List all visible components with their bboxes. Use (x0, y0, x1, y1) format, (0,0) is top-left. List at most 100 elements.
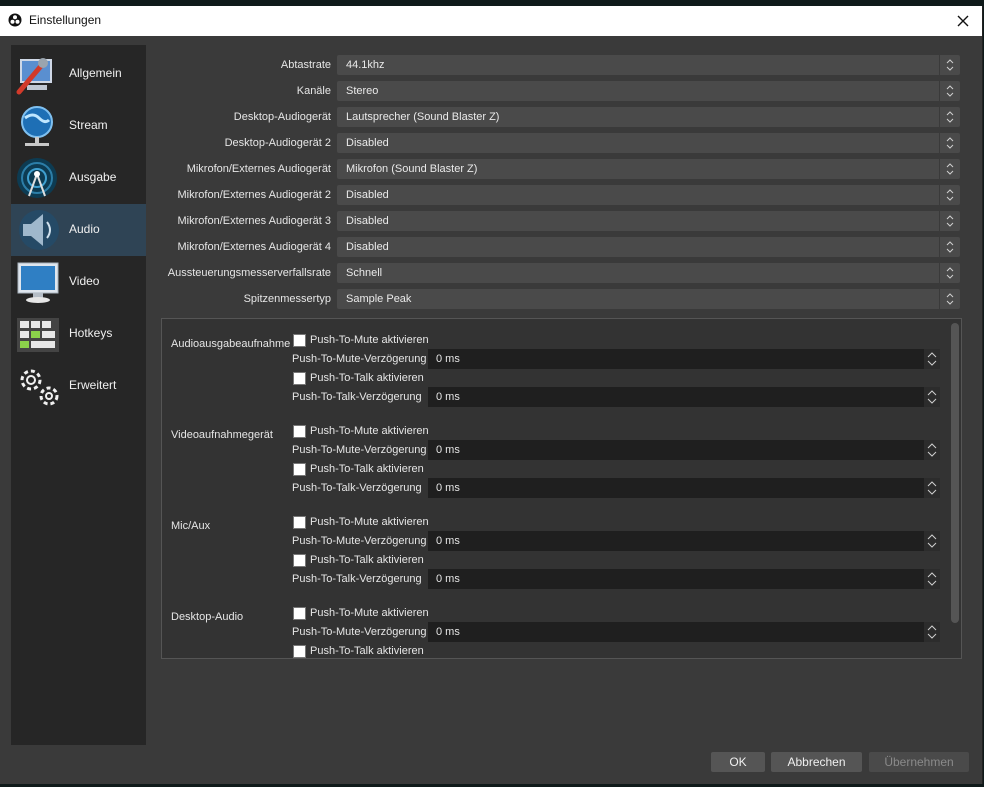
mic-label: Mikrofon/Externes Audiogerät (186, 163, 331, 175)
group-label-audioausgabe: Audioausgabeaufnahme (171, 338, 291, 350)
sidebar-item-erweitert[interactable]: Erweitert (11, 360, 146, 412)
channels-label: Kanäle (296, 85, 331, 97)
group-label-videoaufnahme: Videoaufnahmegerät (171, 429, 273, 441)
push-to-mute-delay-spinbox[interactable]: 0 ms (428, 440, 940, 460)
checkbox-box[interactable] (293, 554, 306, 567)
checkbox-box[interactable] (293, 334, 306, 347)
push-to-mute-delay-spinbox[interactable]: 0 ms (428, 622, 940, 642)
channels-select[interactable]: Stereo (337, 81, 960, 101)
push-to-talk-delay-row: Push-To-Talk-Verzögerung 0 ms (292, 478, 940, 498)
delay-value: 0 ms (436, 444, 460, 456)
checkbox-box[interactable] (293, 645, 306, 658)
spin-arrows-icon[interactable] (924, 440, 940, 460)
delay-value: 0 ms (436, 626, 460, 638)
push-to-talk-delay-row: Push-To-Talk-Verzögerung 0 ms (292, 387, 940, 407)
mic-4-value: Disabled (346, 241, 389, 253)
spin-arrows-icon[interactable] (924, 478, 940, 498)
obs-logo-icon (8, 13, 22, 27)
push-to-talk-delay-spinbox[interactable]: 0 ms (428, 478, 940, 498)
ok-button[interactable]: OK (711, 752, 765, 772)
sidebar-item-label: Hotkeys (69, 326, 113, 340)
push-to-talk-delay-spinbox[interactable]: 0 ms (428, 569, 940, 589)
channels-value: Stereo (346, 85, 379, 97)
checkbox-box[interactable] (293, 425, 306, 438)
desktop-audio-2-select[interactable]: Disabled (337, 133, 960, 153)
desktop-audio-select[interactable]: Lautsprecher (Sound Blaster Z) (337, 107, 960, 127)
checkbox-box[interactable] (293, 516, 306, 529)
group-label-mic-aux: Mic/Aux (171, 520, 211, 532)
mic-3-label: Mikrofon/Externes Audiogerät 3 (177, 215, 331, 227)
desktop-audio-2-value: Disabled (346, 137, 389, 149)
cancel-button[interactable]: Abbrechen (771, 752, 862, 772)
delay-value: 0 ms (436, 573, 460, 585)
delay-value: 0 ms (436, 482, 460, 494)
delay-value: 0 ms (436, 391, 460, 403)
delay-label: Push-To-Mute-Verzögerung (292, 444, 427, 456)
checkbox-label: Push-To-Mute aktivieren (310, 516, 429, 528)
peak-meter-type-select[interactable]: Sample Peak (337, 289, 960, 309)
sidebar-item-label: Erweitert (69, 378, 117, 392)
checkbox-label: Push-To-Mute aktivieren (310, 334, 429, 346)
meter-decay-value: Schnell (346, 267, 383, 279)
mic-4-select[interactable]: Disabled (337, 237, 960, 257)
desktop-audio-value: Lautsprecher (Sound Blaster Z) (346, 111, 500, 123)
delay-value: 0 ms (436, 535, 460, 547)
checkbox-box[interactable] (293, 372, 306, 385)
delay-value: 0 ms (436, 353, 460, 365)
updown-arrows-icon (939, 263, 954, 283)
push-to-mute-delay-row: Push-To-Mute-Verzögerung 0 ms (292, 440, 940, 460)
apply-button[interactable]: Übernehmen (869, 752, 969, 772)
checkbox-label: Push-To-Mute aktivieren (310, 425, 429, 437)
desktop-audio-label: Desktop-Audiogerät (233, 111, 331, 123)
spin-arrows-icon[interactable] (924, 569, 940, 589)
keyboard-icon (17, 318, 59, 352)
settings-window: Einstellungen Allgemein Stream Ausgabe A… (0, 6, 983, 784)
push-to-mute-delay-row: Push-To-Mute-Verzögerung 0 ms (292, 531, 940, 551)
push-to-mute-delay-spinbox[interactable]: 0 ms (428, 349, 940, 369)
delay-label: Push-To-Talk-Verzögerung (292, 573, 422, 585)
mic-select[interactable]: Mikrofon (Sound Blaster Z) (337, 159, 960, 179)
mic-2-select[interactable]: Disabled (337, 185, 960, 205)
checkbox-box[interactable] (293, 463, 306, 476)
push-to-talk-panel: Audioausgabeaufnahme Push-To-Mute aktivi… (161, 318, 962, 659)
mic-3-select[interactable]: Disabled (337, 211, 960, 231)
gears-icon (20, 369, 59, 406)
delay-label: Push-To-Talk-Verzögerung (292, 482, 422, 494)
checkbox-label: Push-To-Talk aktivieren (310, 554, 424, 566)
panel-scrollbar[interactable] (951, 323, 959, 623)
checkbox-label: Push-To-Mute aktivieren (310, 607, 429, 619)
mic-value: Mikrofon (Sound Blaster Z) (346, 163, 478, 175)
checkbox-label: Push-To-Talk aktivieren (310, 645, 424, 657)
push-to-mute-delay-row: Push-To-Mute-Verzögerung 0 ms (292, 349, 940, 369)
spin-arrows-icon[interactable] (924, 622, 940, 642)
push-to-mute-delay-spinbox[interactable]: 0 ms (428, 531, 940, 551)
updown-arrows-icon (939, 185, 954, 205)
push-to-mute-delay-row: Push-To-Mute-Verzögerung 0 ms (292, 622, 940, 642)
updown-arrows-icon (939, 133, 954, 153)
sample-rate-label: Abtastrate (280, 59, 331, 71)
checkbox-box[interactable] (293, 607, 306, 620)
mic-3-value: Disabled (346, 215, 389, 227)
updown-arrows-icon (939, 237, 954, 257)
sample-rate-select[interactable]: 44.1khz (337, 55, 960, 75)
spin-arrows-icon[interactable] (924, 387, 940, 407)
updown-arrows-icon (939, 289, 954, 309)
mic-2-value: Disabled (346, 189, 389, 201)
delay-label: Push-To-Mute-Verzögerung (292, 626, 427, 638)
sidebar-item-hotkeys[interactable]: Hotkeys (11, 308, 146, 360)
checkbox-label: Push-To-Talk aktivieren (310, 372, 424, 384)
updown-arrows-icon (939, 81, 954, 101)
peak-meter-type-value: Sample Peak (346, 293, 412, 305)
peak-meter-type-label: Spitzenmessertyp (243, 293, 331, 305)
sample-rate-value: 44.1khz (346, 59, 385, 71)
spin-arrows-icon[interactable] (924, 531, 940, 551)
push-to-talk-delay-spinbox[interactable]: 0 ms (428, 387, 940, 407)
mic-2-label: Mikrofon/Externes Audiogerät 2 (177, 189, 331, 201)
close-icon[interactable] (952, 10, 974, 32)
spin-arrows-icon[interactable] (924, 349, 940, 369)
title-bar: Einstellungen (0, 6, 982, 36)
checkbox-label: Push-To-Talk aktivieren (310, 463, 424, 475)
meter-decay-select[interactable]: Schnell (337, 263, 960, 283)
push-to-talk-delay-row: Push-To-Talk-Verzögerung 0 ms (292, 569, 940, 589)
window-title: Einstellungen (29, 13, 102, 27)
